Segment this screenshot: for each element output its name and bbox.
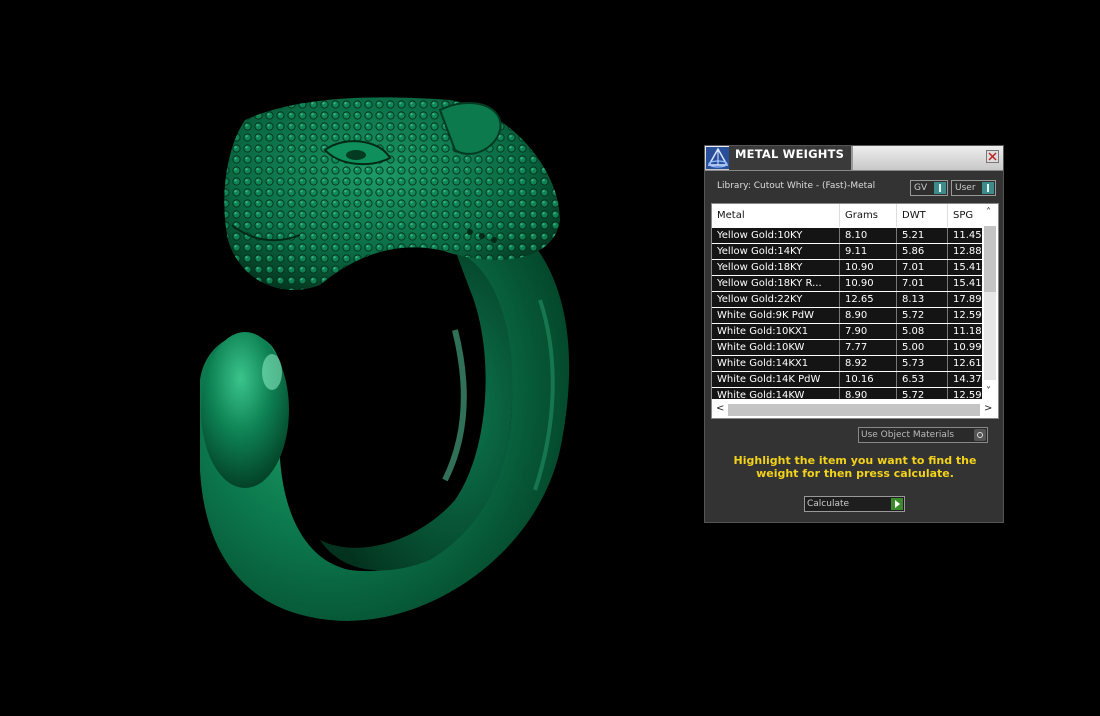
metal-cell: Yellow Gold:18KY R... bbox=[712, 276, 840, 291]
table-header: Metal Grams DWT SPG bbox=[712, 204, 998, 227]
spg-cell: 12.61 bbox=[948, 356, 982, 371]
metal-cell: White Gold:14K PdW bbox=[712, 372, 840, 387]
column-header-dwt[interactable]: DWT bbox=[897, 204, 948, 227]
metal-cell: White Gold:14KW bbox=[712, 388, 840, 399]
table-row[interactable]: Yellow Gold:18KY R... 10.90 7.01 15.41 bbox=[712, 276, 982, 291]
spg-cell: 14.37 bbox=[948, 372, 982, 387]
spg-cell: 11.45 bbox=[948, 228, 982, 243]
metal-cell: Yellow Gold:10KY bbox=[712, 228, 840, 243]
table-row[interactable]: White Gold:14K PdW 10.16 6.53 14.37 bbox=[712, 372, 982, 387]
metal-cell: White Gold:10KW bbox=[712, 340, 840, 355]
grams-cell: 8.92 bbox=[840, 356, 897, 371]
grams-cell: 10.90 bbox=[840, 276, 897, 291]
vertical-scrollbar[interactable]: ˄ ˅ bbox=[982, 204, 998, 402]
metal-table[interactable]: Metal Grams DWT SPG Yellow Gold:10KY 8.10… bbox=[711, 203, 999, 419]
scroll-thumb[interactable] bbox=[984, 226, 996, 292]
h-scroll-thumb[interactable] bbox=[728, 404, 980, 416]
user-toggle[interactable]: User bbox=[951, 180, 996, 196]
gv-toggle-label: GV bbox=[914, 183, 928, 193]
metal-weights-panel: METAL WEIGHTS Library: Cutout White - (F… bbox=[704, 145, 1004, 523]
grams-cell: 12.65 bbox=[840, 292, 897, 307]
dwt-cell: 5.72 bbox=[897, 308, 948, 323]
table-row[interactable]: White Gold:14KX1 8.92 5.73 12.61 bbox=[712, 356, 982, 371]
panther-ring-model bbox=[200, 97, 570, 621]
use-object-materials-toggle[interactable]: Use Object Materials bbox=[858, 427, 988, 443]
toggle-indicator-icon bbox=[982, 182, 994, 194]
grams-cell: 10.90 bbox=[840, 260, 897, 275]
metal-cell: White Gold:10KX1 bbox=[712, 324, 840, 339]
metal-cell: White Gold:14KX1 bbox=[712, 356, 840, 371]
dwt-cell: 5.08 bbox=[897, 324, 948, 339]
dwt-cell: 5.21 bbox=[897, 228, 948, 243]
close-button[interactable] bbox=[986, 150, 999, 163]
calculate-button[interactable]: Calculate bbox=[804, 496, 905, 512]
3d-viewport[interactable] bbox=[0, 0, 700, 716]
toggle-indicator-icon bbox=[934, 182, 946, 194]
metal-cell: Yellow Gold:14KY bbox=[712, 244, 840, 259]
spg-cell: 12.88 bbox=[948, 244, 982, 259]
scroll-down-icon[interactable]: ˅ bbox=[986, 386, 991, 397]
title-bar[interactable]: METAL WEIGHTS bbox=[705, 146, 1003, 171]
dwt-cell: 5.72 bbox=[897, 388, 948, 399]
table-row[interactable]: Yellow Gold:18KY 10.90 7.01 15.41 bbox=[712, 260, 982, 275]
grams-cell: 8.90 bbox=[840, 388, 897, 399]
play-arrow-icon bbox=[891, 498, 903, 510]
spg-cell: 17.89 bbox=[948, 292, 982, 307]
table-row[interactable]: White Gold:10KW 7.77 5.00 10.99 bbox=[712, 340, 982, 355]
dwt-cell: 5.00 bbox=[897, 340, 948, 355]
grams-cell: 8.10 bbox=[840, 228, 897, 243]
gv-toggle[interactable]: GV bbox=[910, 180, 948, 196]
table-row[interactable]: Yellow Gold:14KY 9.11 5.86 12.88 bbox=[712, 244, 982, 259]
column-header-grams[interactable]: Grams bbox=[840, 204, 897, 227]
user-toggle-label: User bbox=[955, 183, 976, 193]
horizontal-scrollbar[interactable]: < > bbox=[712, 402, 998, 418]
grams-cell: 8.90 bbox=[840, 308, 897, 323]
metal-cell: Yellow Gold:22KY bbox=[712, 292, 840, 307]
close-icon bbox=[988, 152, 997, 161]
table-row[interactable]: Yellow Gold:22KY 12.65 8.13 17.89 bbox=[712, 292, 982, 307]
dwt-cell: 7.01 bbox=[897, 276, 948, 291]
grams-cell: 7.90 bbox=[840, 324, 897, 339]
metal-cell: Yellow Gold:18KY bbox=[712, 260, 840, 275]
dwt-cell: 8.13 bbox=[897, 292, 948, 307]
scroll-left-icon[interactable]: < bbox=[716, 403, 724, 414]
grams-cell: 10.16 bbox=[840, 372, 897, 387]
table-row[interactable]: White Gold:10KX1 7.90 5.08 11.18 bbox=[712, 324, 982, 339]
window-title: METAL WEIGHTS bbox=[735, 147, 845, 161]
library-label: Library: Cutout White - (Fast)-Metal bbox=[717, 181, 876, 191]
column-header-metal[interactable]: Metal bbox=[712, 204, 840, 227]
spg-cell: 15.41 bbox=[948, 260, 982, 275]
table-row[interactable]: Yellow Gold:10KY 8.10 5.21 11.45 bbox=[712, 228, 982, 243]
instruction-text: Highlight the item you want to find the … bbox=[733, 454, 977, 480]
title-tab: METAL WEIGHTS bbox=[729, 146, 853, 170]
calculate-label: Calculate bbox=[807, 499, 850, 509]
use-object-materials-label: Use Object Materials bbox=[861, 430, 955, 440]
spg-cell: 15.41 bbox=[948, 276, 982, 291]
scroll-up-icon[interactable]: ˄ bbox=[986, 207, 991, 218]
spg-cell: 10.99 bbox=[948, 340, 982, 355]
dwt-cell: 5.86 bbox=[897, 244, 948, 259]
spg-cell: 11.18 bbox=[948, 324, 982, 339]
table-row[interactable]: White Gold:9K PdW 8.90 5.72 12.59 bbox=[712, 308, 982, 323]
metal-cell: White Gold:9K PdW bbox=[712, 308, 840, 323]
grams-cell: 9.11 bbox=[840, 244, 897, 259]
grams-cell: 7.77 bbox=[840, 340, 897, 355]
scroll-right-icon[interactable]: > bbox=[984, 403, 992, 414]
dwt-cell: 7.01 bbox=[897, 260, 948, 275]
dwt-cell: 6.53 bbox=[897, 372, 948, 387]
table-row[interactable]: White Gold:14KW 8.90 5.72 12.59 bbox=[712, 388, 982, 399]
dwt-cell: 5.73 bbox=[897, 356, 948, 371]
app-logo-icon bbox=[706, 147, 730, 169]
table-body: Yellow Gold:10KY 8.10 5.21 11.45 Yellow Gold… bbox=[712, 228, 982, 399]
spg-cell: 12.59 bbox=[948, 388, 982, 399]
radio-icon bbox=[974, 429, 986, 441]
spg-cell: 12.59 bbox=[948, 308, 982, 323]
